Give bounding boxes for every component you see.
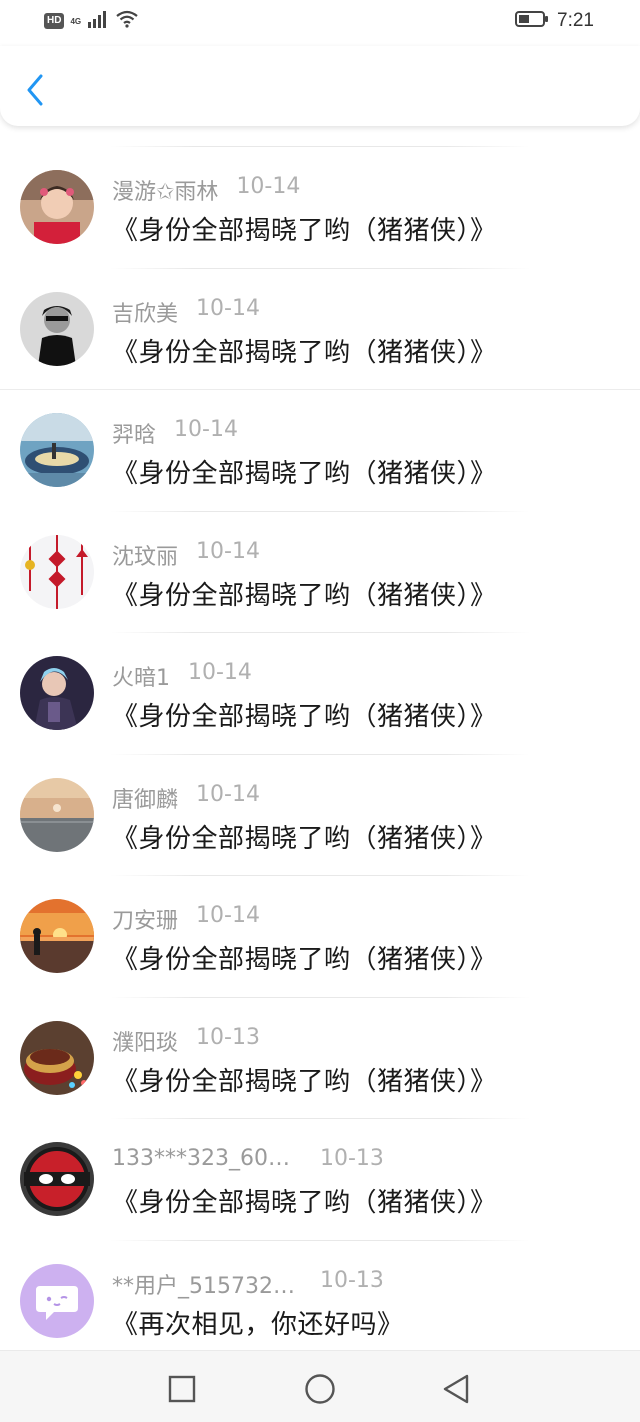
list-item[interactable]: 刀安珊 10-14 《身份全部揭晓了哟（猪猪侠）》 bbox=[0, 855, 640, 977]
item-title: 《身份全部揭晓了哟（猪猪侠）》 bbox=[112, 580, 497, 611]
item-meta: 133***323_609... 10-13 bbox=[112, 1146, 384, 1171]
item-title: 《身份全部揭晓了哟（猪猪侠）》 bbox=[112, 945, 497, 975]
item-meta: **用户_5157323... 10-13 bbox=[112, 1268, 384, 1300]
divider bbox=[110, 1239, 530, 1241]
username: 羿晗 bbox=[112, 423, 157, 448]
post-date: 10-13 bbox=[320, 1267, 384, 1293]
username: **用户_5157323... bbox=[112, 1273, 302, 1299]
username: 唐御麟 bbox=[112, 787, 179, 813]
item-meta: 刀安珊 10-14 bbox=[112, 903, 260, 935]
list-item[interactable]: 火暗1 10-14 《身份全部揭晓了哟（猪猪侠）》 bbox=[0, 612, 640, 734]
avatar[interactable] bbox=[20, 291, 94, 366]
item-meta: 沈玟丽 10-14 bbox=[112, 539, 260, 571]
post-date: 10-14 bbox=[174, 417, 238, 442]
item-title: 《身份全部揭晓了哟（猪猪侠）》 bbox=[112, 1188, 497, 1218]
username: 漫游✩雨林 bbox=[112, 180, 219, 205]
divider bbox=[110, 632, 530, 633]
wifi-icon bbox=[115, 10, 139, 32]
item-title: 《身份全部揭晓了哟（猪猪侠）》 bbox=[112, 459, 497, 489]
hd-badge: HD bbox=[44, 13, 65, 29]
list-item[interactable]: 漫游✩雨林 10-14 《身份全部揭晓了哟（猪猪侠）》 bbox=[0, 126, 640, 248]
item-title: 《身份全部揭晓了哟（猪猪侠）》 bbox=[112, 823, 497, 854]
avatar[interactable] bbox=[20, 899, 94, 973]
list-item[interactable]: **用户_5157323... 10-13 《再次相见，你还好吗》 bbox=[0, 1220, 640, 1342]
list-item[interactable]: 133***323_609... 10-13 《身份全部揭晓了哟（猪猪侠）》 bbox=[0, 1098, 640, 1220]
list-item[interactable]: 沈玟丽 10-14 《身份全部揭晓了哟（猪猪侠）》 bbox=[0, 491, 640, 613]
divider bbox=[110, 1118, 530, 1119]
divider bbox=[0, 389, 640, 390]
avatar[interactable] bbox=[20, 170, 94, 244]
post-date: 10-14 bbox=[236, 174, 301, 199]
divider bbox=[110, 146, 530, 147]
item-meta: 火暗1 10-14 bbox=[112, 660, 252, 692]
divider bbox=[110, 753, 530, 755]
back-button[interactable] bbox=[18, 70, 52, 110]
username: 133***323_609... bbox=[112, 1146, 302, 1171]
list-item[interactable]: 唐御麟 10-14 《身份全部揭晓了哟（猪猪侠）》 bbox=[0, 734, 640, 856]
post-date: 10-13 bbox=[196, 1024, 260, 1050]
avatar[interactable] bbox=[20, 777, 94, 852]
avatar[interactable] bbox=[20, 413, 94, 487]
back-nav-button[interactable] bbox=[436, 1369, 476, 1409]
chat-bubble-icon bbox=[20, 1263, 94, 1338]
list-item[interactable]: 吉欣美 10-14 《身份全部揭晓了哟（猪猪侠）》 bbox=[0, 248, 640, 370]
item-title: 《身份全部揭晓了哟（猪猪侠）》 bbox=[112, 337, 497, 368]
network-label: 4G bbox=[70, 16, 82, 26]
post-date: 10-14 bbox=[196, 538, 260, 564]
clock: 7:21 bbox=[557, 10, 594, 31]
item-meta: 漫游✩雨林 10-14 bbox=[112, 174, 300, 206]
item-title: 《身份全部揭晓了哟（猪猪侠）》 bbox=[112, 702, 497, 732]
battery-icon bbox=[515, 10, 549, 32]
item-title: 《身份全部揭晓了哟（猪猪侠）》 bbox=[112, 1066, 497, 1097]
username: 火暗1 bbox=[112, 666, 170, 691]
divider bbox=[110, 996, 530, 998]
avatar[interactable] bbox=[20, 1142, 94, 1216]
home-button[interactable] bbox=[300, 1369, 340, 1409]
divider bbox=[110, 875, 530, 876]
triangle-back-icon bbox=[443, 1374, 469, 1404]
item-meta: 羿晗 10-14 bbox=[112, 417, 238, 449]
divider bbox=[110, 267, 530, 269]
username: 刀安珊 bbox=[112, 909, 179, 934]
post-date: 10-14 bbox=[196, 295, 260, 321]
item-title: 《再次相见，你还好吗》 bbox=[112, 1309, 404, 1340]
list-item[interactable]: 羿晗 10-14 《身份全部揭晓了哟（猪猪侠）》 bbox=[0, 369, 640, 491]
avatar[interactable] bbox=[20, 656, 94, 730]
post-date: 10-14 bbox=[196, 903, 260, 928]
item-meta: 吉欣美 10-14 bbox=[112, 296, 260, 328]
screen: HD 4G 7:21 漫游✩雨林 10-14 《身份全部揭晓了哟（猪猪侠）》 吉… bbox=[0, 0, 640, 1422]
chevron-left-icon bbox=[27, 74, 43, 106]
comment-list: 漫游✩雨林 10-14 《身份全部揭晓了哟（猪猪侠）》 吉欣美 10-14 《身… bbox=[0, 126, 640, 1341]
item-meta: 濮阳琰 10-13 bbox=[112, 1025, 260, 1057]
username: 沈玟丽 bbox=[112, 544, 179, 570]
post-date: 10-13 bbox=[320, 1146, 384, 1171]
circle-icon bbox=[305, 1374, 335, 1404]
list-item[interactable]: 濮阳琰 10-13 《身份全部揭晓了哟（猪猪侠）》 bbox=[0, 977, 640, 1099]
recent-apps-button[interactable] bbox=[162, 1369, 202, 1409]
post-date: 10-14 bbox=[196, 781, 260, 807]
item-title: 《身份全部揭晓了哟（猪猪侠）》 bbox=[112, 216, 497, 246]
item-meta: 唐御麟 10-14 bbox=[112, 782, 260, 814]
header-bar bbox=[0, 46, 640, 126]
system-nav-bar bbox=[0, 1350, 640, 1422]
avatar[interactable] bbox=[20, 534, 94, 609]
post-date: 10-14 bbox=[188, 660, 252, 685]
divider bbox=[110, 510, 530, 512]
avatar[interactable] bbox=[20, 1263, 94, 1338]
status-left: HD 4G bbox=[44, 10, 139, 32]
username: 濮阳琰 bbox=[112, 1030, 179, 1056]
avatar[interactable] bbox=[20, 1020, 94, 1095]
square-icon bbox=[168, 1375, 196, 1403]
status-bar: HD 4G 7:21 bbox=[0, 0, 640, 46]
status-right: 7:21 bbox=[515, 10, 594, 32]
username: 吉欣美 bbox=[112, 301, 179, 327]
signal-icon bbox=[87, 10, 109, 32]
